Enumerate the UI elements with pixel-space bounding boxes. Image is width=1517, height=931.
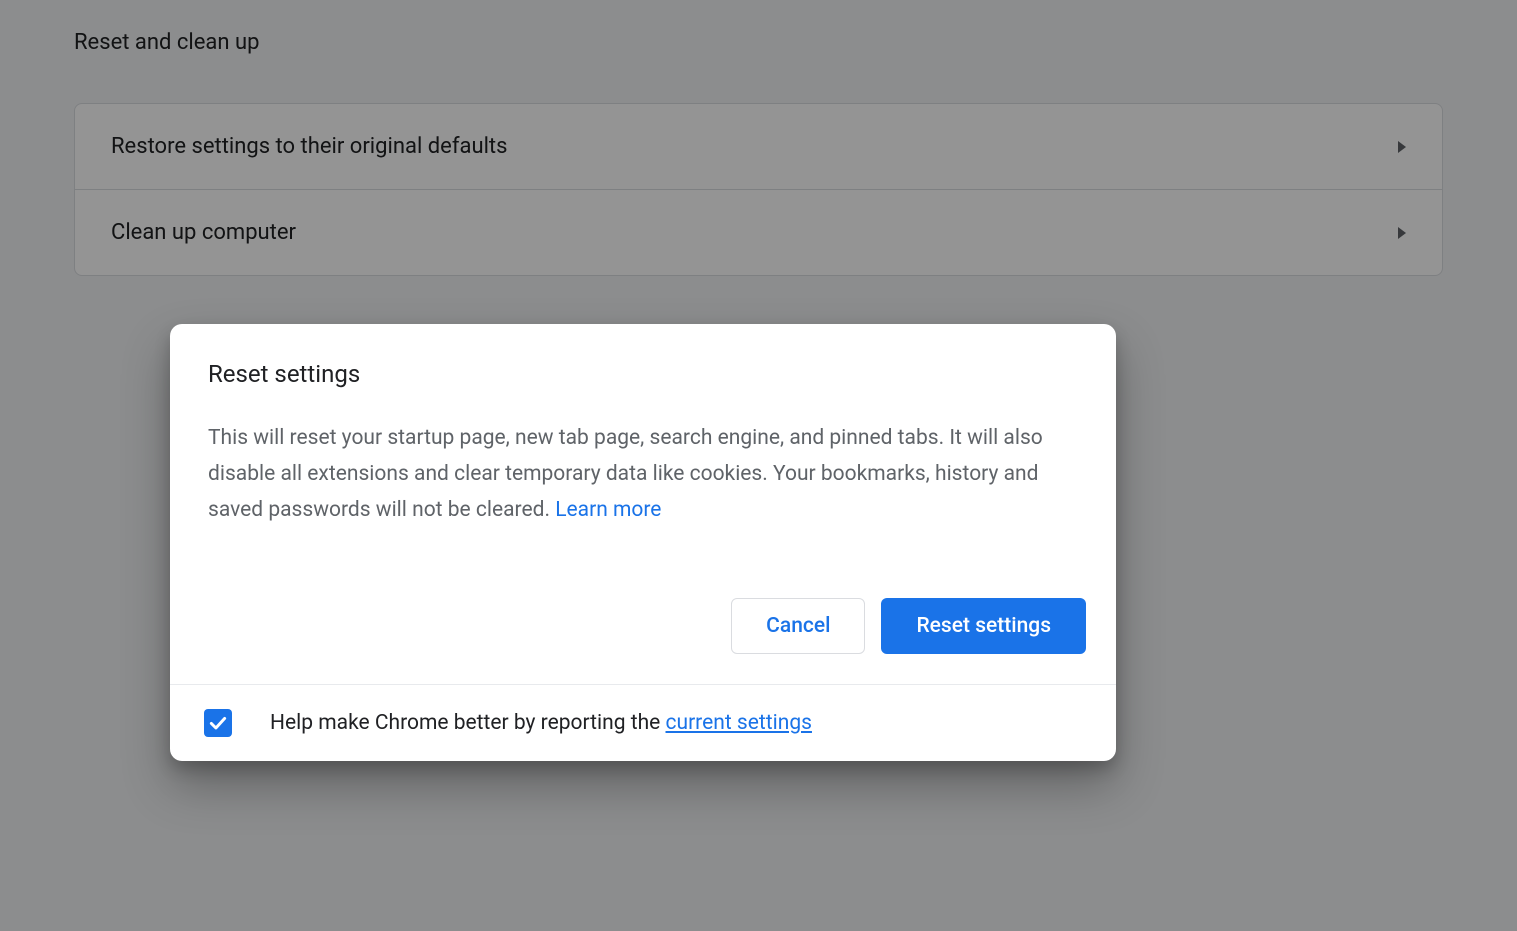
footer-text: Help make Chrome better by reporting the… — [270, 711, 812, 735]
footer-text-label: Help make Chrome better by reporting the — [270, 711, 666, 735]
check-icon — [208, 713, 228, 733]
dialog-footer: Help make Chrome better by reporting the… — [170, 684, 1116, 761]
reset-settings-button[interactable]: Reset settings — [881, 598, 1086, 654]
learn-more-link[interactable]: Learn more — [555, 498, 661, 522]
dialog-title: Reset settings — [208, 360, 1078, 388]
report-settings-checkbox[interactable] — [204, 709, 232, 737]
dialog-body: Reset settings This will reset your star… — [170, 324, 1116, 558]
modal-overlay[interactable]: Reset settings This will reset your star… — [0, 0, 1517, 931]
dialog-description: This will reset your startup page, new t… — [208, 420, 1078, 528]
dialog-actions: Cancel Reset settings — [170, 558, 1116, 684]
reset-settings-dialog: Reset settings This will reset your star… — [170, 324, 1116, 761]
cancel-button[interactable]: Cancel — [731, 598, 865, 654]
current-settings-link[interactable]: current settings — [666, 711, 812, 735]
